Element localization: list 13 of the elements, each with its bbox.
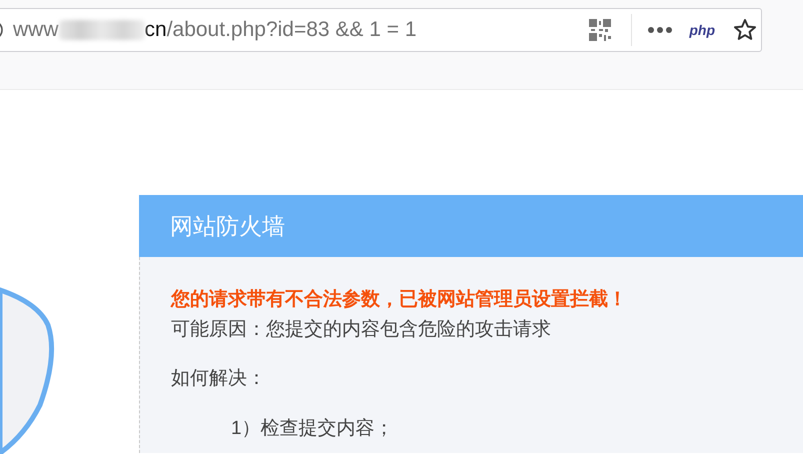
reason-text: 可能原因：您提交的内容包含危险的攻击请求 <box>171 318 552 342</box>
star-icon[interactable] <box>733 18 757 42</box>
php-badge[interactable]: php <box>689 20 715 40</box>
url-text: cn <box>144 17 167 44</box>
warning-text: 您的请求带有不合法参数，已被网站管理员设置拦截！ <box>171 288 628 312</box>
qr-code-icon[interactable] <box>589 19 612 41</box>
url-text: /about.php?id=83 && 1 = 1 <box>166 17 417 44</box>
more-icon[interactable] <box>648 27 672 33</box>
panel-header: 网站防火墙 <box>139 195 803 257</box>
address-bar[interactable]: www cn/about.php?id=83 && 1 = 1 php <box>0 8 762 52</box>
solution-heading: 如何解决： <box>171 367 267 391</box>
step-text: 1）检查提交内容； <box>230 417 395 441</box>
url-text: www <box>13 17 58 44</box>
